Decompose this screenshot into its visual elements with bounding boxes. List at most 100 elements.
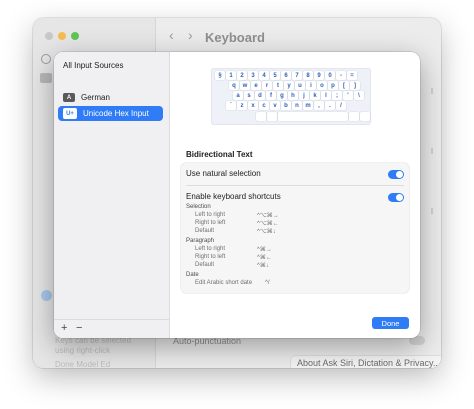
key [267, 112, 277, 121]
keyboard-preview: § 1 2 3 4 5 6 7 8 9 0- = q w e r t y u i o p[] a s d f g h j k l; ' \ … [211, 68, 371, 125]
input-sources-sheet: All Input Sources A German U+ Unicode He… [54, 52, 420, 338]
key: h [288, 91, 298, 100]
add-input-source-button[interactable]: + [61, 322, 67, 334]
minimize-window-button[interactable] [58, 32, 66, 40]
bg-detail-mark [431, 148, 433, 154]
key: , [314, 101, 324, 110]
keyboard-shortcuts-toggle[interactable] [388, 193, 404, 202]
key: d [255, 91, 265, 100]
keyboard-row: § 1 2 3 4 5 6 7 8 9 0- = [215, 71, 357, 80]
about-siri-privacy-button[interactable]: About Ask Siri, Dictation & Privacy... [291, 356, 441, 368]
key: 0 [325, 71, 335, 80]
key: 7 [292, 71, 302, 80]
keyboard-row: ` z x c v b n m,. / [226, 101, 346, 110]
key: 3 [248, 71, 258, 80]
shortcut-keys: ^⌥⌘→ [257, 213, 279, 219]
key: u [295, 81, 305, 90]
space-key [278, 112, 348, 121]
shortcut-keys: ^⌘↓ [257, 263, 269, 269]
key: = [347, 71, 357, 80]
key: k [310, 91, 320, 100]
key [256, 112, 266, 121]
input-source-german[interactable]: A German [58, 90, 163, 105]
key: 5 [270, 71, 280, 80]
sidebar-selected-icon [40, 73, 52, 83]
key: / [336, 101, 346, 110]
key: p [328, 81, 338, 90]
key: v [270, 101, 280, 110]
key: 1 [226, 71, 236, 80]
zoom-window-button[interactable] [71, 32, 79, 40]
shortcut-keys: ^/ [265, 280, 270, 286]
key: [ [339, 81, 349, 90]
sidebar-hint-2: using right-click [55, 346, 111, 355]
key: g [277, 91, 287, 100]
close-window-button[interactable] [45, 32, 53, 40]
key: 4 [259, 71, 269, 80]
keyboard-row: a s d f g h j k l; ' \ [233, 91, 364, 100]
shortcut-label: Default [195, 262, 215, 268]
done-button[interactable]: Done [372, 317, 409, 329]
key: a [233, 91, 243, 100]
back-button[interactable]: ‹ [169, 27, 174, 43]
key: x [248, 101, 258, 110]
natural-selection-label: Use natural selection [186, 169, 261, 178]
key: ' [343, 91, 353, 100]
key: ; [332, 91, 342, 100]
key: r [262, 81, 272, 90]
all-input-sources-header[interactable]: All Input Sources [63, 61, 123, 70]
shortcut-label: Right to left [195, 254, 226, 260]
key: - [336, 71, 346, 80]
shortcut-label: Right to left [195, 220, 226, 226]
input-sources-list: All Input Sources A German U+ Unicode He… [54, 52, 170, 338]
shortcut-label: Left to right [195, 212, 226, 218]
key: y [284, 81, 294, 90]
shortcut-keys: ^⌘← [257, 255, 272, 261]
bidirectional-text-title: Bidirectional Text [186, 150, 253, 159]
key: m [303, 101, 313, 110]
input-source-label: German [81, 93, 110, 102]
window-title: Keyboard [205, 30, 265, 45]
forward-button[interactable]: › [188, 27, 193, 43]
bg-detail-mark [431, 88, 433, 94]
key: 6 [281, 71, 291, 80]
remove-input-source-button[interactable]: − [76, 322, 82, 334]
key: s [244, 91, 254, 100]
key: i [306, 81, 316, 90]
selection-heading: Selection [186, 204, 211, 210]
shortcut-keys: ^⌘→ [257, 247, 272, 253]
shortcut-label: Left to right [195, 246, 226, 252]
key: 2 [237, 71, 247, 80]
source-list-footer: + − [54, 319, 169, 338]
keyboard-shortcuts-label: Enable keyboard shortcuts [186, 192, 281, 201]
german-badge-icon: A [63, 93, 75, 102]
key: q [229, 81, 239, 90]
key: . [325, 101, 335, 110]
date-heading: Date [186, 272, 199, 278]
shortcut-label: Default [195, 228, 215, 234]
key: j [299, 91, 309, 100]
key: f [266, 91, 276, 100]
keyboard-row [256, 112, 370, 121]
key: z [237, 101, 247, 110]
input-source-unicode-hex[interactable]: U+ Unicode Hex Input [58, 106, 163, 121]
key: t [273, 81, 283, 90]
key: o [317, 81, 327, 90]
key: 8 [303, 71, 313, 80]
sidebar-hint-3: Done Model Ed [55, 360, 111, 368]
key [349, 112, 359, 121]
info-icon [41, 290, 52, 301]
key: ] [350, 81, 360, 90]
key: 9 [314, 71, 324, 80]
divider [186, 185, 404, 186]
shortcut-label: Edit Arabic short date [195, 280, 253, 286]
key [360, 112, 370, 121]
input-source-label: Unicode Hex Input [83, 109, 149, 118]
key: ` [226, 101, 236, 110]
shortcut-keys: ^⌥⌘← [257, 221, 279, 227]
bg-detail-mark [431, 208, 433, 214]
shortcut-keys: ^⌥⌘↓ [257, 229, 276, 235]
natural-selection-toggle[interactable] [388, 170, 404, 179]
search-icon[interactable] [41, 54, 51, 64]
key: w [240, 81, 250, 90]
